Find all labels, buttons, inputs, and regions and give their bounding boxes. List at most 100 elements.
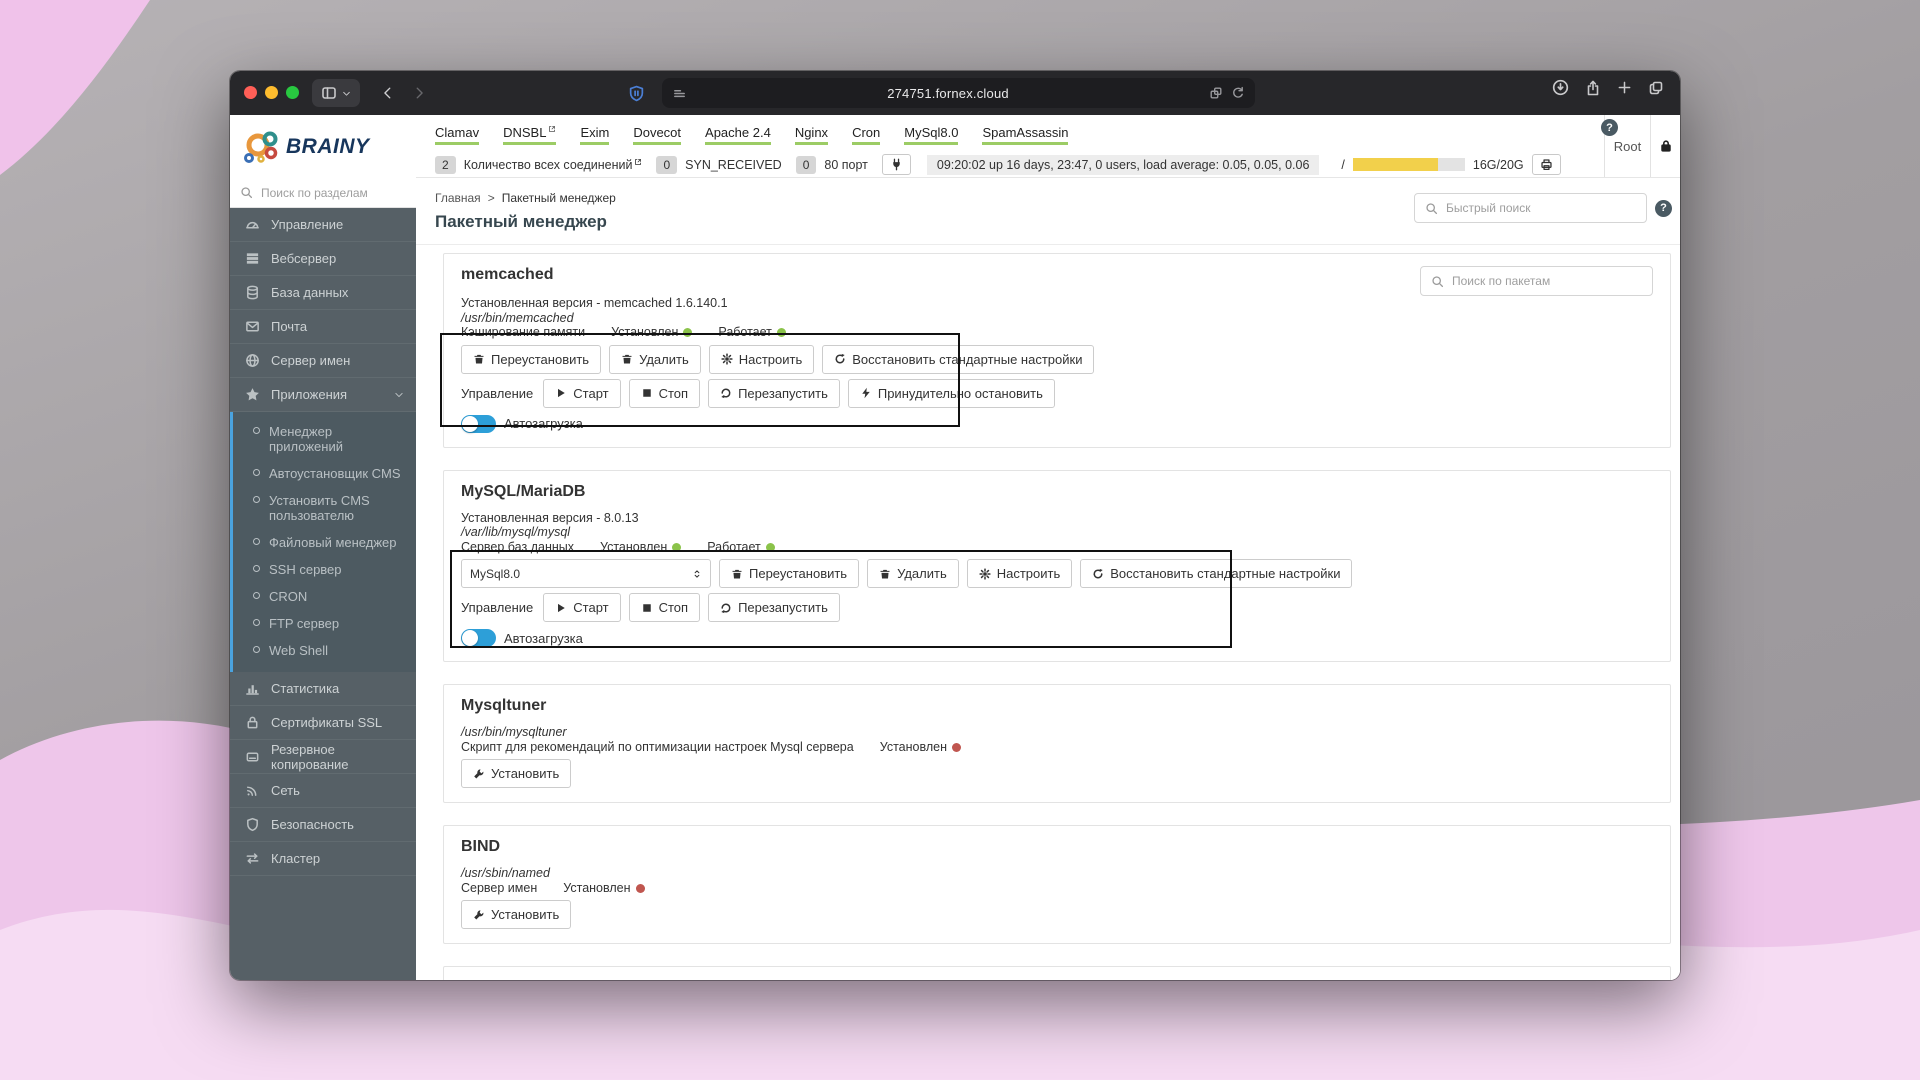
submenu-item-app-manager[interactable]: Менеджер приложений: [233, 418, 416, 460]
sidebar-item-statistics[interactable]: Статистика: [230, 672, 416, 706]
share-icon[interactable]: [1585, 80, 1601, 96]
sidebar-item-network[interactable]: Сеть: [230, 774, 416, 808]
nav-link-dovecot[interactable]: Dovecot: [633, 125, 682, 145]
logout-lock-button[interactable]: [1650, 115, 1680, 177]
nav-link-clamav[interactable]: Clamav: [435, 125, 480, 145]
trash-icon: [474, 354, 484, 364]
submenu-item-file-manager[interactable]: Файловый менеджер: [233, 529, 416, 556]
sidebar-item-webserver[interactable]: Вебсервер: [230, 242, 416, 276]
sidebar-item-management[interactable]: Управление: [230, 208, 416, 242]
reinstall-button[interactable]: Переустановить: [461, 344, 602, 374]
help-icon[interactable]: [1655, 199, 1672, 217]
reinstall-button[interactable]: Переустановить: [719, 559, 860, 588]
autoload-toggle[interactable]: [461, 629, 496, 647]
status-dot-red: [951, 742, 961, 752]
mail-icon: [246, 321, 259, 332]
forward-button[interactable]: [405, 79, 433, 107]
nav-link-nginx[interactable]: Nginx: [794, 125, 829, 145]
sidebar-item-security[interactable]: Безопасность: [230, 808, 416, 842]
sidebar-toggle-button[interactable]: [312, 79, 360, 107]
nav-link-apache[interactable]: Apache 2.4: [705, 125, 771, 145]
reload-icon[interactable]: [1231, 86, 1245, 100]
reader-icon[interactable]: [672, 86, 687, 101]
stop-button[interactable]: Стоп: [628, 378, 701, 408]
toggle-knob: [462, 415, 478, 432]
new-tab-icon[interactable]: [1617, 80, 1632, 95]
bullet-icon: [253, 496, 260, 503]
delete-button[interactable]: Удалить: [867, 559, 959, 588]
submenu-item-cron[interactable]: CRON: [233, 583, 416, 610]
address-bar[interactable]: 274751.fornex.cloud: [662, 78, 1255, 108]
bullet-icon: [253, 538, 260, 545]
install-button[interactable]: Установить: [461, 900, 572, 929]
sidebar-item-cluster[interactable]: Кластер: [230, 842, 416, 876]
privacy-shield-button[interactable]: [622, 79, 650, 107]
sidebar-item-ssl-certificates[interactable]: Сертификаты SSL: [230, 706, 416, 740]
submenu-item-ftp-server[interactable]: FTP сервер: [233, 610, 416, 637]
database-icon: [247, 285, 258, 300]
autoload-toggle[interactable]: [461, 414, 496, 433]
installed-status: Установлен: [611, 325, 693, 340]
plug-icon: [893, 158, 900, 171]
quick-search-input[interactable]: [1446, 201, 1636, 215]
nav-link-spamassassin[interactable]: SpamAssassin: [982, 125, 1069, 145]
connections-plug-button[interactable]: [881, 154, 911, 175]
restore-defaults-button[interactable]: Восстановить стандартные настройки: [822, 344, 1095, 374]
configure-button[interactable]: Настроить: [708, 344, 815, 374]
install-button[interactable]: Установить: [461, 759, 572, 788]
package-search-input[interactable]: [1452, 274, 1642, 288]
installed-status: Установлен: [600, 540, 682, 555]
package-card-mysqltuner: Mysqltuner /usr/bin/mysqltuner Скрипт дл…: [443, 684, 1671, 803]
nav-link-mysql[interactable]: MySql8.0: [904, 125, 959, 145]
trash-icon: [622, 354, 632, 364]
force-stop-button[interactable]: Принудительно остановить: [847, 378, 1055, 408]
brand-logo[interactable]: BRAINY: [230, 115, 416, 178]
start-button[interactable]: Старт: [543, 378, 621, 408]
configure-button[interactable]: Настроить: [966, 559, 1073, 588]
translate-icon[interactable]: [1209, 86, 1223, 100]
submenu-item-cms-autoinstaller[interactable]: Автоустановщик CMS: [233, 460, 416, 487]
sidebar-search-input[interactable]: [261, 185, 406, 200]
autoload-label: Автозагрузка: [504, 630, 583, 646]
bullet-icon: [253, 592, 260, 599]
sidebar-item-database[interactable]: База данных: [230, 276, 416, 310]
sidebar: BRAINY Управление Вебсервер База данных …: [230, 115, 416, 980]
restart-button[interactable]: Перезапустить: [708, 593, 840, 622]
help-icon[interactable]: [1601, 119, 1618, 136]
sidebar-item-mail[interactable]: Почта: [230, 310, 416, 344]
print-stats-button[interactable]: [1531, 154, 1561, 175]
connections-label[interactable]: Количество всех соединений: [464, 158, 643, 172]
restart-button[interactable]: Перезапустить: [708, 378, 840, 408]
back-button[interactable]: [374, 79, 402, 107]
applications-submenu: Менеджер приложений Автоустановщик CMS У…: [230, 412, 416, 672]
sidebar-item-applications[interactable]: Приложения: [230, 378, 416, 412]
panel-icon: [322, 87, 336, 99]
downloads-icon[interactable]: [1552, 79, 1569, 96]
sidebar-search: [230, 178, 416, 208]
search-icon: [1426, 202, 1438, 214]
submenu-item-ssh-server[interactable]: SSH сервер: [233, 556, 416, 583]
sidebar-item-nameserver[interactable]: Сервер имен: [230, 344, 416, 378]
tab-overview-icon[interactable]: [1648, 80, 1664, 96]
nav-link-cron[interactable]: Cron: [852, 125, 881, 145]
submenu-item-install-cms[interactable]: Установить CMS пользователю: [233, 487, 416, 529]
submenu-item-web-shell[interactable]: Web Shell: [233, 637, 416, 664]
nav-link-exim[interactable]: Exim: [580, 125, 610, 145]
bar-chart-icon: [246, 685, 259, 695]
nav-link-dnsbl[interactable]: DNSBL: [503, 125, 557, 145]
close-window-button[interactable]: [244, 86, 257, 99]
delete-button[interactable]: Удалить: [609, 344, 701, 374]
breadcrumb-home[interactable]: Главная: [435, 191, 481, 205]
start-button[interactable]: Старт: [543, 593, 621, 622]
zoom-window-button[interactable]: [286, 86, 299, 99]
padlock-icon: [1660, 140, 1671, 152]
restore-defaults-button[interactable]: Восстановить стандартные настройки: [1080, 559, 1353, 588]
play-icon: [558, 388, 566, 398]
sidebar-item-backup[interactable]: Резервное копирование: [230, 740, 416, 774]
status-dot-green: [672, 542, 682, 552]
minimize-window-button[interactable]: [265, 86, 278, 99]
brainy-gears-icon: [244, 131, 278, 163]
stop-button[interactable]: Стоп: [628, 593, 701, 622]
bullet-icon: [253, 565, 260, 572]
mysql-version-select[interactable]: MySql8.0: [461, 559, 711, 588]
